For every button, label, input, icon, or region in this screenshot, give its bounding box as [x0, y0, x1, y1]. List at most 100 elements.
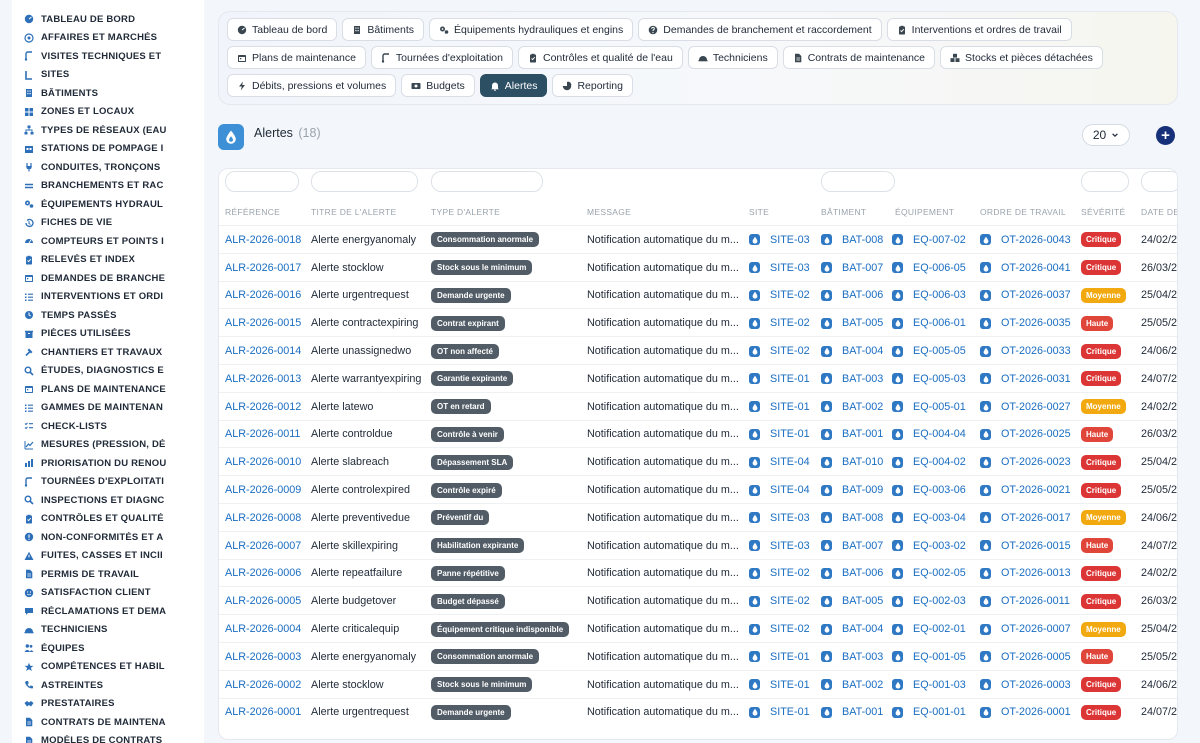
site-link[interactable]: SITE-02 — [770, 345, 810, 357]
table-row[interactable]: ALR-2026-0009 Alerte controlexpired Contrô… — [219, 475, 1177, 503]
column-header[interactable]: MESSAGE — [587, 199, 631, 225]
sidebar-item[interactable]: VISITES TECHNIQUES ET — [12, 47, 204, 66]
work-order-link[interactable]: OT-2026-0011 — [1001, 595, 1070, 607]
sidebar-item[interactable]: PRESTATAIRES — [12, 695, 204, 714]
table-row[interactable]: ALR-2026-0008 Alerte preventivedue Prévent… — [219, 502, 1177, 531]
equipment-link[interactable]: EQ-007-02 — [913, 234, 966, 246]
site-link[interactable]: SITE-02 — [770, 595, 810, 607]
equipment-link[interactable]: EQ-003-02 — [913, 540, 966, 552]
sidebar-item[interactable]: TABLEAU DE BORD — [12, 10, 204, 29]
column-filter-input[interactable] — [821, 171, 895, 192]
add-alert-button[interactable]: + — [1156, 126, 1175, 145]
building-link[interactable]: BAT-001 — [842, 428, 883, 440]
sidebar-item[interactable]: SATISFACTION CLIENT — [12, 584, 204, 603]
work-order-link[interactable]: OT-2026-0013 — [1001, 567, 1071, 579]
equipment-link[interactable]: EQ-005-01 — [913, 401, 966, 413]
sidebar-item[interactable]: CHANTIERS ET TRAVAUX — [12, 343, 204, 362]
sidebar-item[interactable]: ÉQUIPES — [12, 639, 204, 658]
sidebar-item[interactable]: TEMPS PASSÉS — [12, 306, 204, 325]
site-link[interactable]: SITE-02 — [770, 317, 810, 329]
building-link[interactable]: BAT-005 — [842, 595, 883, 607]
site-link[interactable]: SITE-03 — [770, 262, 810, 274]
building-link[interactable]: BAT-002 — [842, 401, 883, 413]
site-link[interactable]: SITE-01 — [770, 706, 810, 718]
table-row[interactable]: ALR-2026-0017 Alerte stocklow Stock sous l… — [219, 252, 1177, 281]
tab[interactable]: Interventions et ordres de travail — [886, 18, 1072, 41]
table-row[interactable]: ALR-2026-0016 Alerte urgentrequest Demande… — [219, 280, 1177, 309]
equipment-link[interactable]: EQ-003-06 — [913, 484, 966, 496]
column-filter-input[interactable] — [311, 171, 418, 192]
sidebar-item[interactable]: RELEVÉS ET INDEX — [12, 251, 204, 270]
equipment-link[interactable]: EQ-005-03 — [913, 373, 966, 385]
work-order-link[interactable]: OT-2026-0041 — [1001, 262, 1071, 274]
tab[interactable]: Budgets — [401, 74, 475, 97]
building-link[interactable]: BAT-008 — [842, 512, 883, 524]
reference-link[interactable]: ALR-2026-0012 — [225, 401, 301, 413]
reference-link[interactable]: ALR-2026-0008 — [225, 512, 301, 524]
sidebar-item[interactable]: PERMIS DE TRAVAIL — [12, 565, 204, 584]
work-order-link[interactable]: OT-2026-0033 — [1001, 345, 1071, 357]
table-row[interactable]: ALR-2026-0007 Alerte skillexpiring Habilit… — [219, 530, 1177, 559]
building-link[interactable]: BAT-009 — [842, 484, 883, 496]
sidebar-item[interactable]: SITES — [12, 66, 204, 85]
sidebar-item[interactable]: CONDUITES, TRONÇONS — [12, 158, 204, 177]
table-row[interactable]: ALR-2026-0012 Alerte latewo OT en retard No… — [219, 391, 1177, 420]
tab[interactable]: Tableau de bord — [227, 18, 338, 41]
equipment-link[interactable]: EQ-006-03 — [913, 289, 966, 301]
reference-link[interactable]: ALR-2026-0003 — [225, 651, 301, 663]
tab[interactable]: Bâtiments — [342, 18, 424, 41]
tab[interactable]: Reporting — [552, 74, 633, 97]
building-link[interactable]: BAT-001 — [842, 706, 883, 718]
building-link[interactable]: BAT-004 — [842, 623, 883, 635]
sidebar-item[interactable]: ÉTUDES, DIAGNOSTICS E — [12, 362, 204, 381]
column-header[interactable]: DATE DE — [1141, 199, 1177, 225]
equipment-link[interactable]: EQ-004-04 — [913, 428, 966, 440]
sidebar-item[interactable]: MESURES (PRESSION, DÉ — [12, 436, 204, 455]
reference-link[interactable]: ALR-2026-0009 — [225, 484, 301, 496]
tab[interactable]: Stocks et pièces détachées — [940, 46, 1103, 69]
equipment-link[interactable]: EQ-003-04 — [913, 512, 966, 524]
site-link[interactable]: SITE-02 — [770, 289, 810, 301]
sidebar-item[interactable]: DEMANDES DE BRANCHE — [12, 269, 204, 288]
tab[interactable]: Plans de maintenance — [227, 46, 366, 69]
equipment-link[interactable]: EQ-002-01 — [913, 623, 966, 635]
sidebar-item[interactable]: NON-CONFORMITÉS ET A — [12, 528, 204, 547]
work-order-link[interactable]: OT-2026-0021 — [1001, 484, 1071, 496]
column-header[interactable]: TYPE D'ALERTE — [431, 199, 500, 225]
equipment-link[interactable]: EQ-006-05 — [913, 262, 966, 274]
column-header[interactable]: ORDRE DE TRAVAIL — [980, 199, 1066, 225]
site-link[interactable]: SITE-02 — [770, 567, 810, 579]
building-link[interactable]: BAT-004 — [842, 345, 883, 357]
table-row[interactable]: ALR-2026-0003 Alerte energyanomaly Consomm… — [219, 641, 1177, 670]
sidebar-item[interactable]: STATIONS DE POMPAGE I — [12, 140, 204, 159]
sidebar-item[interactable]: MODÈLES DE CONTRATS — [12, 732, 204, 743]
column-header[interactable]: SITE — [749, 199, 769, 225]
tab[interactable]: Contrats de maintenance — [782, 46, 936, 69]
tab[interactable]: Alertes — [479, 74, 548, 97]
equipment-link[interactable]: EQ-004-02 — [913, 456, 966, 468]
table-row[interactable]: ALR-2026-0014 Alerte unassignedwo OT non a… — [219, 336, 1177, 364]
reference-link[interactable]: ALR-2026-0010 — [225, 456, 301, 468]
column-header[interactable]: RÉFÉRENCE — [225, 199, 280, 225]
site-link[interactable]: SITE-01 — [770, 679, 810, 691]
site-link[interactable]: SITE-03 — [770, 512, 810, 524]
work-order-link[interactable]: OT-2026-0031 — [1001, 373, 1071, 385]
table-row[interactable]: ALR-2026-0013 Alerte warrantyexpiring Gara… — [219, 363, 1177, 392]
sidebar-item[interactable]: GAMMES DE MAINTENAN — [12, 399, 204, 418]
sidebar-item[interactable]: TECHNICIENS — [12, 621, 204, 640]
site-link[interactable]: SITE-01 — [770, 373, 810, 385]
reference-link[interactable]: ALR-2026-0015 — [225, 317, 301, 329]
reference-link[interactable]: ALR-2026-0014 — [225, 345, 301, 357]
site-link[interactable]: SITE-04 — [770, 484, 810, 496]
table-row[interactable]: ALR-2026-0001 Alerte urgentrequest Demande… — [219, 697, 1177, 726]
sidebar-item[interactable]: PLANS DE MAINTENANCE — [12, 380, 204, 399]
sidebar-item[interactable]: TOURNÉES D'EXPLOITATI — [12, 473, 204, 492]
reference-link[interactable]: ALR-2026-0016 — [225, 289, 301, 301]
building-link[interactable]: BAT-007 — [842, 262, 883, 274]
work-order-link[interactable]: OT-2026-0015 — [1001, 540, 1071, 552]
sidebar-item[interactable]: BRANCHEMENTS ET RAC — [12, 177, 204, 196]
table-row[interactable]: ALR-2026-0015 Alerte contractexpiring Cont… — [219, 308, 1177, 336]
site-link[interactable]: SITE-01 — [770, 651, 810, 663]
table-row[interactable]: ALR-2026-0010 Alerte slabreach Dépassement… — [219, 447, 1177, 475]
site-link[interactable]: SITE-02 — [770, 623, 810, 635]
